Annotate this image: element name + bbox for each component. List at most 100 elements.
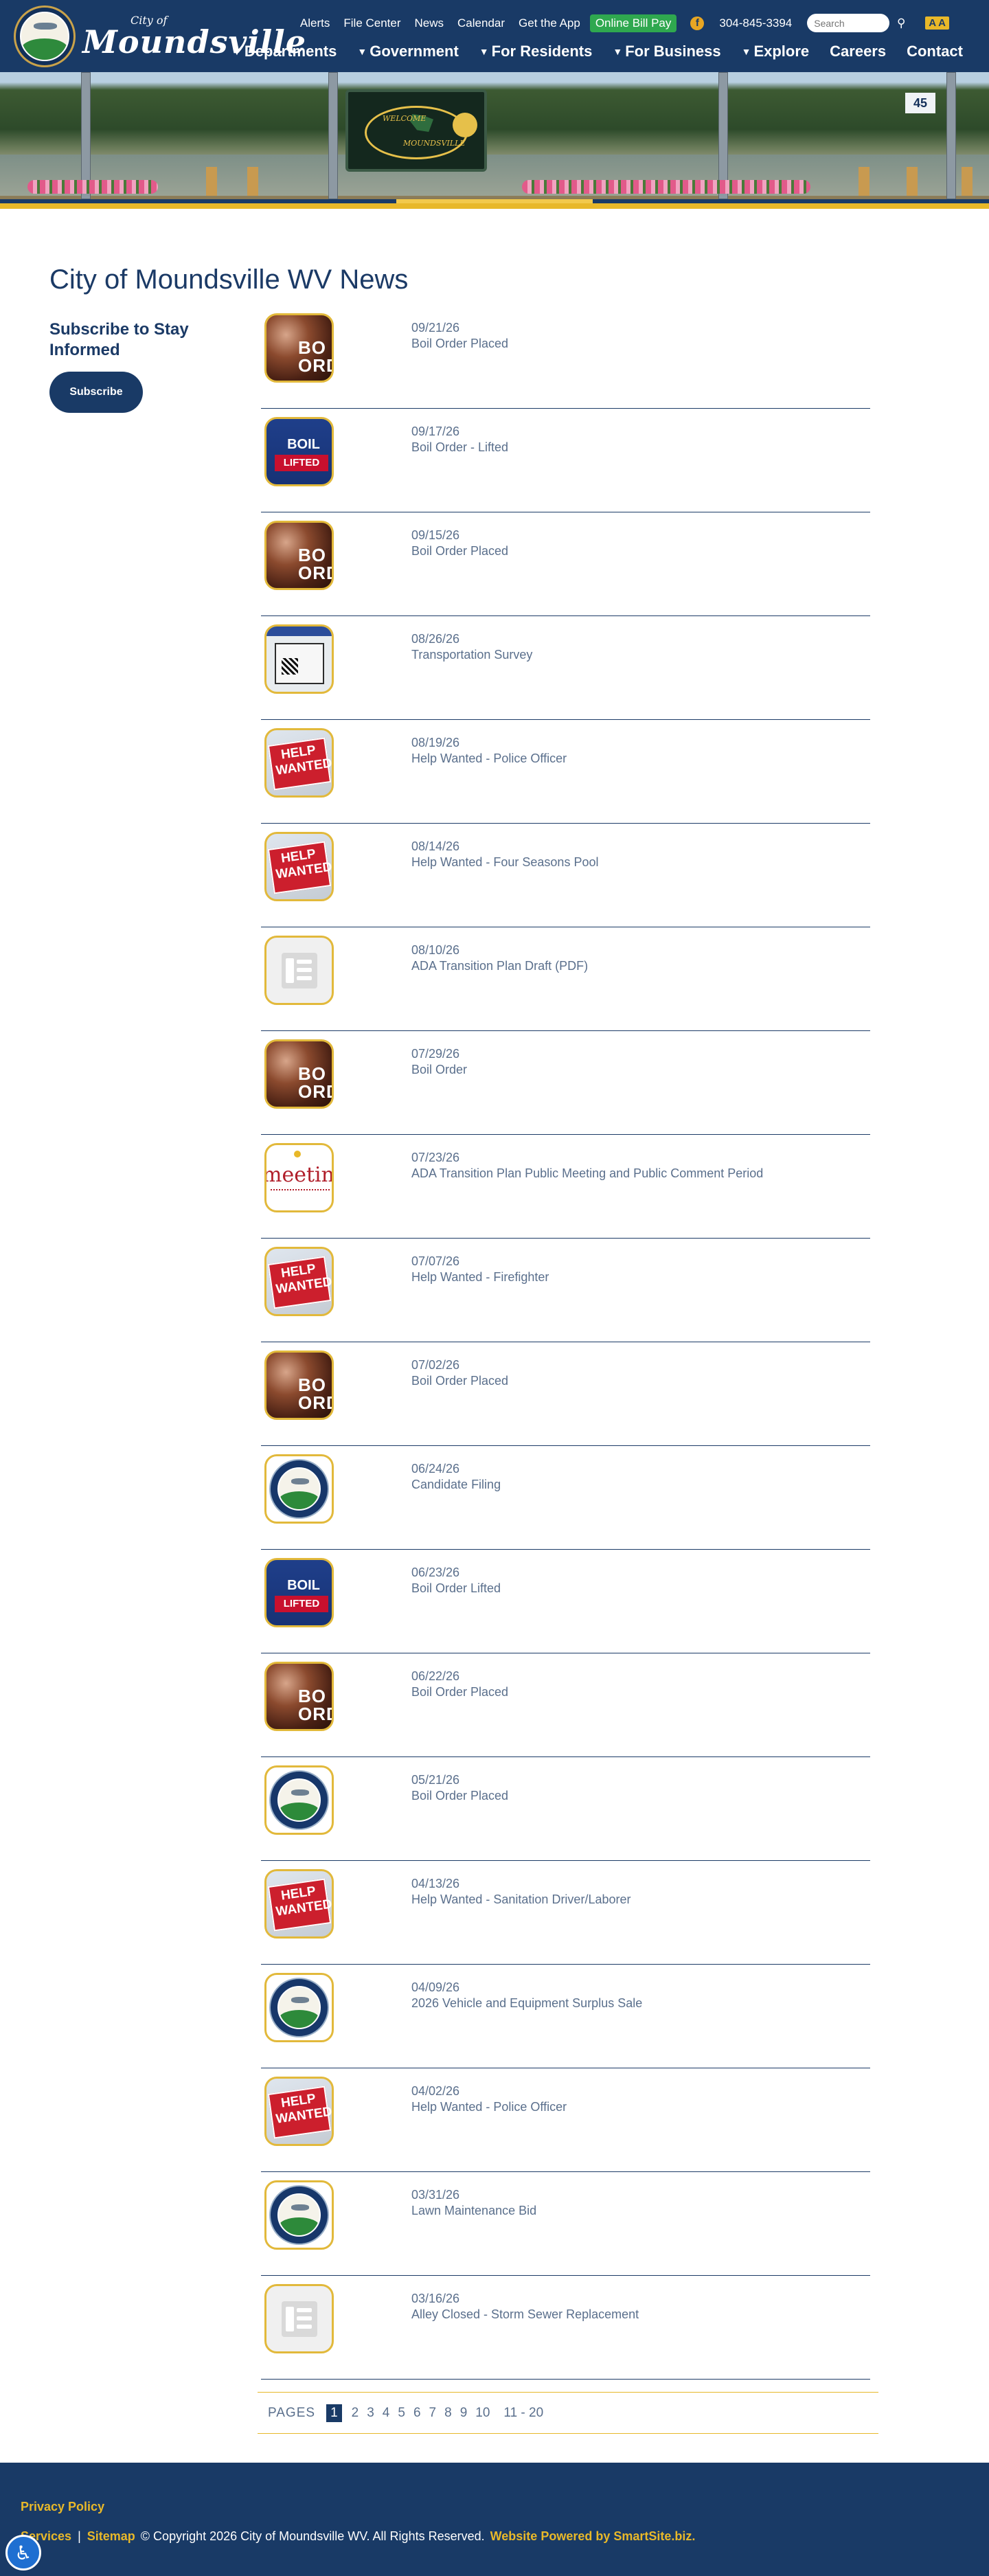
help-wanted-thumbnail[interactable]: HELP WANTED (264, 728, 334, 798)
news-title-link[interactable]: Boil Order Placed (411, 1788, 769, 1804)
news-title-link[interactable]: Boil Order (411, 1062, 769, 1078)
meeting-thumbnail[interactable]: meetin (264, 1143, 334, 1212)
search-icon[interactable]: ⚲ (892, 14, 910, 32)
news-item[interactable]: BOORD 09/15/26Boil Order Placed (261, 512, 870, 616)
news-item[interactable]: 03/16/26 Alley Closed - Storm Sewer Repla… (261, 2276, 870, 2380)
nav-item-label: Departments (244, 43, 337, 60)
news-item[interactable]: BOIL ORDER LIFTED 09/17/26 Boil Order - L… (261, 409, 870, 512)
nav-item-explore[interactable]: ▼ Explore (742, 43, 810, 60)
boil-order-thumbnail[interactable]: BOORD (264, 1351, 334, 1420)
news-meta: 04/09/26 2026 Vehicle and Equipment Surpl… (411, 1980, 769, 2011)
news-item[interactable]: BOORD 06/22/26Boil Order Placed (261, 1653, 870, 1757)
page-link[interactable]: 6 (413, 2406, 421, 2421)
news-item[interactable]: HELP WANTED 08/19/26 Help Wanted - Police … (261, 720, 870, 824)
news-item[interactable]: HELP WANTED 04/13/26 Help Wanted - Sanitat… (261, 1861, 870, 1965)
news-title-link[interactable]: Help Wanted - Four Seasons Pool (411, 855, 769, 870)
news-title-link[interactable]: Help Wanted - Sanitation Driver/Laborer (411, 1892, 769, 1908)
boil-order-thumbnail[interactable]: BOORD (264, 313, 334, 383)
text-size-toggle[interactable]: A A (925, 16, 949, 30)
boil-order-lifted-thumbnail[interactable]: BOIL ORDER LIFTED (264, 417, 334, 486)
nav-item-careers[interactable]: Careers (830, 43, 886, 60)
sign-town-text: MOUNDSVILLE (403, 139, 466, 148)
news-title-link[interactable]: Candidate Filing (411, 1477, 769, 1493)
news-item[interactable]: HELP WANTED 07/07/26 Help Wanted - Firefig… (261, 1239, 870, 1342)
news-title-link[interactable]: Boil Order - Lifted (411, 440, 769, 455)
document-placeholder-thumbnail[interactable] (264, 936, 334, 1005)
page-link[interactable]: 10 (475, 2406, 490, 2421)
news-item[interactable]: 06/24/26 Candidate Filing (261, 1446, 870, 1550)
nav-item-government[interactable]: ▼ Government (357, 43, 458, 60)
news-title-link[interactable]: Alley Closed - Storm Sewer Replacement (411, 2307, 769, 2323)
online-bill-pay-button[interactable]: Online Bill Pay (589, 14, 677, 32)
help-wanted-thumbnail[interactable]: HELP WANTED (264, 832, 334, 901)
nav-item-for-business[interactable]: ▼ For Business (613, 43, 720, 60)
news-date: 03/31/26 (411, 2188, 460, 2202)
news-item[interactable]: 08/10/26 ADA Transition Plan Draft (PDF) (261, 927, 870, 1031)
nav-item-label: For Business (625, 43, 721, 60)
boil-order-thumbnail[interactable]: BOORD (264, 1039, 334, 1109)
news-item[interactable]: BOORD 07/29/26Boil Order (261, 1031, 870, 1135)
news-item[interactable]: BOORD 09/21/26Boil Order Placed (261, 305, 870, 409)
util-link-get-the-app[interactable]: Get the App (519, 16, 580, 30)
news-title-link[interactable]: Boil Order Placed (411, 336, 769, 352)
page-link[interactable]: 5 (398, 2406, 405, 2421)
page-link[interactable]: 2 (352, 2406, 359, 2421)
page-link[interactable]: 9 (460, 2406, 468, 2421)
help-wanted-thumbnail[interactable]: HELP WANTED (264, 1247, 334, 1316)
util-link-news[interactable]: News (415, 16, 444, 30)
nav-item-contact[interactable]: Contact (907, 43, 963, 60)
news-title-link[interactable]: Help Wanted - Firefighter (411, 1269, 769, 1285)
city-seal-thumbnail[interactable] (264, 1765, 334, 1835)
document-placeholder-thumbnail[interactable] (264, 2284, 334, 2353)
news-title-link[interactable]: Transportation Survey (411, 647, 769, 663)
city-seal-thumbnail[interactable] (264, 1454, 334, 1524)
page-range-next[interactable]: 11 - 20 (503, 2406, 543, 2421)
boil-order-lifted-thumbnail[interactable]: BOIL ORDER LIFTED (264, 1558, 334, 1627)
facebook-icon[interactable]: f (690, 16, 705, 30)
help-wanted-thumbnail[interactable]: HELP WANTED (264, 1869, 334, 1939)
news-item[interactable]: 04/09/26 2026 Vehicle and Equipment Surpl… (261, 1965, 870, 2068)
subscribe-button[interactable]: Subscribe (49, 372, 143, 413)
news-item[interactable]: 05/21/26 Boil Order Placed (261, 1757, 870, 1861)
news-item[interactable]: 08/26/26 Transportation Survey (261, 616, 870, 720)
page-current[interactable]: 1 (326, 2404, 342, 2422)
page-link[interactable]: 7 (429, 2406, 437, 2421)
news-item[interactable]: BOORD 07/02/26Boil Order Placed (261, 1342, 870, 1446)
sitemap-link[interactable]: Sitemap (87, 2529, 135, 2544)
help-wanted-thumbnail[interactable]: HELP WANTED (264, 2077, 334, 2146)
city-seal-thumbnail[interactable] (264, 2180, 334, 2250)
news-title-link[interactable]: Boil Order Lifted (411, 1581, 769, 1596)
page-link[interactable]: 3 (367, 2406, 374, 2421)
powered-by-link[interactable]: Website Powered by SmartSite.biz. (490, 2529, 696, 2544)
news-title-link[interactable]: 2026 Vehicle and Equipment Surplus Sale (411, 1996, 769, 2011)
util-link-file-center[interactable]: File Center (343, 16, 400, 30)
news-item[interactable]: BOIL ORDER LIFTED 06/23/26 Boil Order Lif… (261, 1550, 870, 1653)
news-title-link[interactable]: Help Wanted - Police Officer (411, 2099, 769, 2115)
news-item[interactable]: 03/31/26 Lawn Maintenance Bid (261, 2172, 870, 2276)
news-title-link[interactable]: Boil Order Placed (411, 1373, 769, 1389)
boil-order-thumbnail[interactable]: BOORD (264, 1662, 334, 1731)
news-title-link[interactable]: Help Wanted - Police Officer (411, 751, 769, 767)
page-link[interactable]: 4 (383, 2406, 390, 2421)
news-title-link[interactable]: ADA Transition Plan Public Meeting and P… (411, 1166, 769, 1182)
phone-number[interactable]: 304-845-3394 (719, 16, 792, 30)
survey-thumbnail[interactable] (264, 624, 334, 694)
util-link-alerts[interactable]: Alerts (300, 16, 330, 30)
boil-order-thumbnail[interactable]: BOORD (264, 521, 334, 590)
news-item[interactable]: meetin 07/23/26 ADA Transition Plan Publi… (261, 1135, 870, 1239)
privacy-policy-link[interactable]: Privacy Policy (21, 2500, 104, 2514)
nav-item-departments[interactable]: ▼ Departments (232, 43, 337, 60)
page-link[interactable]: 8 (444, 2406, 452, 2421)
news-item[interactable]: HELP WANTED 04/02/26 Help Wanted - Police … (261, 2068, 870, 2172)
news-title-link[interactable]: Lawn Maintenance Bid (411, 2203, 769, 2219)
city-seal-thumbnail[interactable] (264, 1973, 334, 2042)
news-title-link[interactable]: Boil Order Placed (411, 1684, 769, 1700)
accessibility-icon[interactable]: ♿ (5, 2535, 41, 2571)
nav-item-for-residents[interactable]: ▼ For Residents (479, 43, 593, 60)
news-title-link[interactable]: Boil Order Placed (411, 543, 769, 559)
news-title-link[interactable]: ADA Transition Plan Draft (PDF) (411, 958, 769, 974)
util-link-calendar[interactable]: Calendar (457, 16, 505, 30)
news-meta: 06/23/26 Boil Order Lifted (411, 1565, 769, 1596)
news-item[interactable]: HELP WANTED 08/14/26 Help Wanted - Four Se… (261, 824, 870, 927)
search-input[interactable] (807, 14, 890, 32)
